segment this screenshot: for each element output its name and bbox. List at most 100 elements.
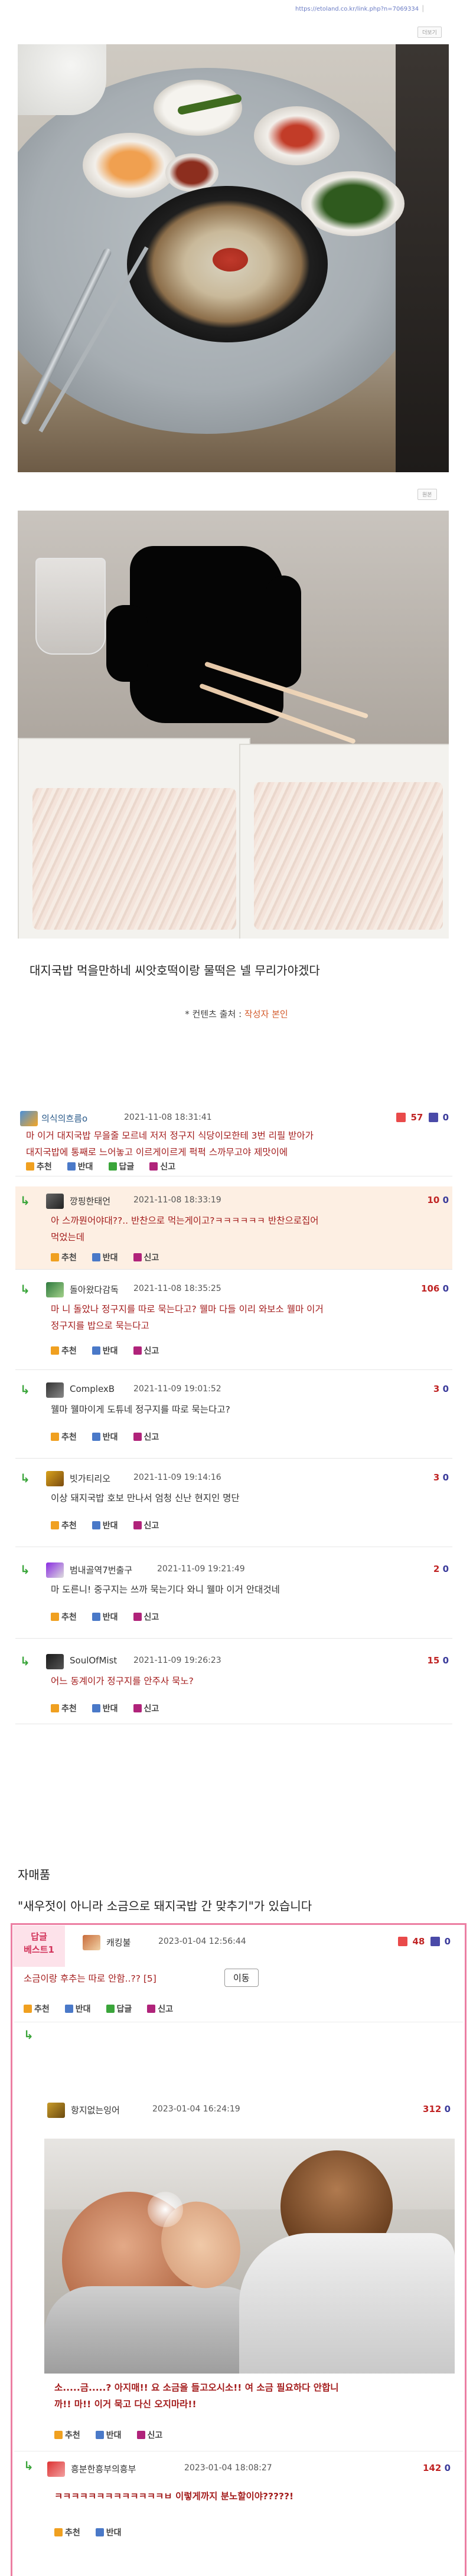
upvote-button[interactable]: 추천 xyxy=(24,2005,50,2014)
comment-body: 소.....금.....? 아지매!! 요 소금을 들고오시소!! 여 소금 필… xyxy=(54,2382,339,2410)
downvote-button[interactable]: 반대 xyxy=(92,1613,118,1622)
comment-reply: ↳ ComplexB 2021-11-09 19:01:52 3 0 웰마 웰마… xyxy=(15,1375,452,1459)
self-reply-title: 자매품 xyxy=(18,1868,51,1882)
upvote-button[interactable]: 추천 xyxy=(51,1521,77,1531)
upvote-button[interactable]: 추천 xyxy=(54,2528,80,2538)
downvote-icon xyxy=(92,1346,100,1355)
grey-jacket xyxy=(44,2286,269,2374)
upvote-icon xyxy=(51,1433,59,1441)
comment-nick[interactable]: SoulOfMist xyxy=(70,1655,117,1666)
avatar xyxy=(20,1111,38,1126)
downvote-button[interactable]: 반대 xyxy=(92,1346,118,1356)
white-sleeve xyxy=(239,2233,455,2374)
comment-score: 106 0 xyxy=(421,1283,449,1294)
avatar xyxy=(46,1382,64,1398)
redaction-mark-right xyxy=(266,576,301,688)
report-icon xyxy=(133,1521,142,1529)
comment-nick[interactable]: 범내골역7번출구 xyxy=(70,1564,132,1576)
downvote-button[interactable]: 반대 xyxy=(95,2431,122,2440)
comment-nick[interactable]: 의식의흐름o xyxy=(41,1112,87,1124)
reply-arrow-icon: ↳ xyxy=(20,1282,30,1296)
report-button[interactable]: 신고 xyxy=(149,1162,175,1172)
downvote-icon xyxy=(92,1433,100,1441)
comment-actions: 추천 반대 신고 xyxy=(51,1611,174,1623)
thumbs-down-icon xyxy=(430,1937,440,1946)
avatar xyxy=(46,1654,64,1669)
reply-arrow-icon: ↳ xyxy=(20,1471,30,1485)
report-button[interactable]: 신고 xyxy=(133,1346,159,1356)
comment-reply: ↳ 빗가티리오 2021-11-09 19:14:16 3 0 이상 돼지국밥 … xyxy=(15,1464,452,1547)
comment-nick[interactable]: 빗가티리오 xyxy=(70,1472,110,1485)
comment-nick[interactable]: 항지없는잉어 xyxy=(71,2104,120,2116)
self-reply-text: "새우젓이 아니라 소금으로 돼지국밥 간 맞추기"가 있습니다 xyxy=(18,1899,312,1913)
comment-body: 마 이거 대지국밥 무을줄 모르네 저저 정구지 식당이모한테 3번 리필 받아… xyxy=(26,1130,314,1158)
downvote-button[interactable]: 반대 xyxy=(95,2528,122,2538)
downvote-button[interactable]: 반대 xyxy=(64,2005,91,2014)
move-button[interactable]: 이동 xyxy=(224,1969,259,1987)
upvote-button[interactable]: 추천 xyxy=(51,1704,77,1714)
url-text[interactable]: https://etoland.co.kr/link.php?n=7069334 xyxy=(295,6,419,12)
bowl-chives xyxy=(301,171,405,236)
comment-nick[interactable]: 흥분한흥부의흥부 xyxy=(71,2463,136,2475)
report-button[interactable]: 신고 xyxy=(133,1433,159,1442)
upvote-button[interactable]: 추천 xyxy=(51,1346,77,1356)
comment-nick[interactable]: 깡핑한태언 xyxy=(70,1195,110,1207)
report-icon xyxy=(133,1433,142,1441)
report-icon xyxy=(136,2431,145,2439)
upvote-icon xyxy=(51,1346,59,1355)
comment-actions: 추천 반대 신고 xyxy=(51,1702,174,1714)
comment-date: 2021-11-09 19:01:52 xyxy=(133,1384,221,1394)
original-button[interactable]: 원본 xyxy=(417,489,437,500)
upvote-icon xyxy=(54,2528,63,2536)
comment-actions: 추천 반대 답글 신고 xyxy=(26,1160,191,1172)
avatar xyxy=(46,1562,64,1578)
dark-background xyxy=(396,44,449,472)
report-button[interactable]: 신고 xyxy=(136,2431,162,2440)
content-source: * 컨텐츠 출처 : 작성자 본인 xyxy=(0,1008,473,1020)
report-button[interactable]: 신고 xyxy=(133,1613,159,1622)
cup xyxy=(18,44,106,115)
upvote-button[interactable]: 추천 xyxy=(51,1433,77,1442)
downvote-button[interactable]: 반대 xyxy=(67,1162,93,1172)
report-button[interactable]: 신고 xyxy=(133,1521,159,1531)
bowl-kimchi xyxy=(254,106,340,165)
reply-button[interactable]: 답글 xyxy=(108,1162,134,1172)
best-nick[interactable]: 캐킹불 xyxy=(106,1936,131,1949)
downvote-button[interactable]: 반대 xyxy=(92,1521,118,1531)
comment-nick[interactable]: ComplexB xyxy=(70,1384,115,1394)
comment-score: 3 0 xyxy=(433,1384,449,1394)
reply-button[interactable]: 답글 xyxy=(106,2005,132,2014)
best-body: 소금이랑 후추는 따로 안함..?? [5] xyxy=(24,1973,156,1984)
report-icon xyxy=(133,1253,142,1261)
comment-date: 2021-11-08 18:35:25 xyxy=(133,1284,221,1293)
comment-body: 웰마 웰마이게 도튜네 정구지를 따로 묵는다고? xyxy=(51,1404,230,1415)
avatar xyxy=(46,1282,64,1297)
salt-splash xyxy=(148,2192,183,2227)
upvote-button[interactable]: 추천 xyxy=(51,1253,77,1263)
upvote-icon xyxy=(51,1253,59,1261)
url-bar[interactable]: https://etoland.co.kr/link.php?n=7069334… xyxy=(295,6,425,12)
downvote-icon xyxy=(92,1521,100,1529)
reply-arrow-icon: ↳ xyxy=(20,1562,30,1577)
report-button[interactable]: 신고 xyxy=(133,1253,159,1263)
upvote-button[interactable]: 추천 xyxy=(54,2431,80,2440)
reply-arrow-icon: ↳ xyxy=(20,1382,30,1397)
avatar xyxy=(83,1935,100,1950)
red-pepper-paste xyxy=(213,248,248,272)
downvote-button[interactable]: 반대 xyxy=(92,1433,118,1442)
more-button[interactable]: 더보기 xyxy=(417,27,442,38)
comment-date: 2021-11-09 19:21:49 xyxy=(157,1564,245,1574)
downvote-button[interactable]: 반대 xyxy=(92,1253,118,1263)
downvote-icon xyxy=(95,2431,104,2439)
comment-nick[interactable]: 돌아왔다감독 xyxy=(70,1283,119,1296)
downvote-button[interactable]: 반대 xyxy=(92,1704,118,1714)
comment-actions: 추천 반대 xyxy=(54,2526,137,2538)
report-button[interactable]: 신고 xyxy=(147,2005,173,2014)
report-button[interactable]: 신고 xyxy=(133,1704,159,1714)
report-icon xyxy=(133,1613,142,1621)
upvote-button[interactable]: 추천 xyxy=(51,1613,77,1622)
upvote-button[interactable]: 추천 xyxy=(26,1162,52,1172)
avatar xyxy=(46,1471,64,1486)
comment-score: 15 0 xyxy=(427,1655,449,1666)
report-icon xyxy=(133,1704,142,1712)
